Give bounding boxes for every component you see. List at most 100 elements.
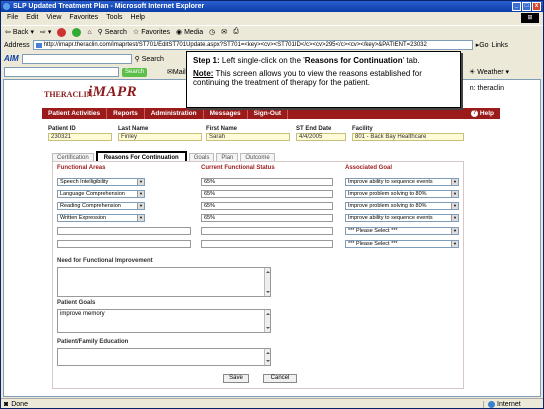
nav-patient-activities[interactable]: Patient Activities [42, 108, 108, 119]
back-button[interactable]: ⇦ Back ▾ [5, 28, 34, 37]
patient-id-value: 230321 [48, 133, 112, 141]
status-text: Done [11, 400, 28, 408]
media-icon: ◉ [175, 29, 183, 36]
green-search-button[interactable]: Search [122, 67, 148, 77]
menu-help[interactable]: Help [131, 13, 145, 23]
history-button[interactable]: ◷ [209, 28, 215, 36]
nav-reports[interactable]: Reports [107, 108, 145, 119]
home-button[interactable]: ⌂ [87, 29, 91, 36]
go-button[interactable]: ▸Go [476, 41, 489, 49]
functional-area-select-4[interactable]: Written Expression ▼ [57, 214, 145, 222]
facility-value: 801 - Back Bay Healthcare [352, 133, 464, 141]
save-button[interactable]: Save [223, 374, 249, 383]
aim-logo[interactable]: AIM [4, 54, 19, 63]
nav-sign-out[interactable]: Sign-Out [248, 108, 289, 119]
ie-icon [3, 3, 10, 10]
main-nav: Patient Activities Reports Administratio… [42, 108, 500, 119]
favorites-button[interactable]: ☆ Favorites [133, 28, 170, 37]
goal-select-5[interactable]: *** Please Select *** ▼ [345, 227, 459, 235]
status-input-3[interactable]: 65% [201, 202, 333, 210]
status-input-5[interactable] [201, 227, 333, 235]
dropdown-arrow-icon: ▼ [137, 215, 144, 221]
functional-area-select-1[interactable]: Speech Intelligibility ▼ [57, 178, 145, 186]
patient-info: Patient ID 230321 Last Name Finley First… [48, 126, 498, 146]
stop-button[interactable] [57, 27, 67, 37]
menu-favorites[interactable]: Favorites [69, 13, 98, 23]
menu-file[interactable]: File [7, 13, 18, 23]
status-input-4[interactable]: 65% [201, 214, 333, 222]
tab-plan[interactable]: Plan [216, 153, 239, 161]
print-button[interactable]: ⎙ [233, 28, 239, 36]
reasons-form: Functional Areas Current Functional Stat… [52, 161, 464, 389]
functional-area-select-2[interactable]: Language Comprehension ▼ [57, 190, 145, 198]
browser-window: SLP Updated Treatment Plan - Microsoft I… [0, 0, 544, 409]
nav-messages[interactable]: Messages [204, 108, 248, 119]
security-zone: Internet [483, 400, 543, 408]
dropdown-arrow-icon: ▼ [451, 228, 458, 234]
refresh-button[interactable] [72, 27, 82, 37]
aim-mail-button[interactable]: ✉Mail [167, 68, 186, 76]
forward-arrow-icon: ⇨ [39, 29, 46, 36]
search-button[interactable]: ⚲ Search [98, 28, 127, 37]
weather-button[interactable]: ☀ Weather ▾ [469, 68, 509, 76]
cancel-button[interactable]: Cancel [263, 374, 297, 383]
st-end-date-value: 4/4/2005 [296, 133, 346, 141]
media-button[interactable]: ◉ Media [175, 28, 203, 37]
functional-area-select-3[interactable]: Reading Comprehension ▼ [57, 202, 145, 210]
goal-select-3[interactable]: Improve problem solving to 80% ▼ [345, 202, 459, 210]
dropdown-arrow-icon: ▼ [451, 179, 458, 185]
textarea-scrollbar[interactable] [264, 268, 270, 296]
tab-certification[interactable]: Certification [52, 153, 94, 161]
search-icon: ⚲ [134, 55, 140, 63]
windows-logo-icon: ⊞ [521, 13, 539, 23]
functional-areas-header: Functional Areas [57, 165, 106, 171]
status-input-1[interactable]: 65% [201, 178, 333, 186]
textarea-scrollbar[interactable] [264, 349, 270, 365]
links-button[interactable]: Links [492, 42, 508, 49]
goal-select-1[interactable]: Improve ability to sequence events ▼ [345, 178, 459, 186]
education-textarea[interactable] [57, 348, 271, 366]
maximize-button[interactable]: □ [522, 2, 531, 11]
user-label: n: theraclin [469, 85, 504, 92]
menu-edit[interactable]: Edit [26, 13, 38, 23]
need-textarea[interactable] [57, 267, 271, 297]
textarea-scrollbar[interactable] [264, 310, 270, 332]
minimize-button[interactable]: _ [512, 2, 521, 11]
goal-select-4[interactable]: Improve ability to sequence events ▼ [345, 214, 459, 222]
back-arrow-icon: ⇦ [5, 29, 11, 36]
education-label: Patient/Family Education [57, 339, 129, 345]
tab-reasons-for-continuation[interactable]: Reasons For Continuation [95, 151, 187, 161]
goal-select-2[interactable]: Improve problem solving to 80% ▼ [345, 190, 459, 198]
tab-goals[interactable]: Goals [188, 153, 215, 161]
callout-note: Note: This screen allows you to view the… [193, 69, 422, 87]
aim-search-input[interactable] [21, 53, 132, 64]
address-input[interactable]: http://imapr.theraclin.com/imaprtest/ST7… [32, 40, 473, 50]
status-bar: ◙ Done Internet [1, 398, 543, 409]
menu-tools[interactable]: Tools [106, 13, 122, 23]
help-link[interactable]: ? Help [465, 108, 500, 119]
aim-search-button[interactable]: ⚲ Search [135, 55, 164, 63]
first-name-value: Sarah [206, 133, 290, 141]
mail-button[interactable]: ✉ [221, 28, 227, 36]
patient-goals-textarea[interactable]: improve memory [57, 309, 271, 333]
status-input-6[interactable] [201, 240, 333, 248]
home-icon: ⌂ [87, 28, 92, 36]
forward-button[interactable]: ⇨ ▾ [40, 28, 51, 36]
title-bar: SLP Updated Treatment Plan - Microsoft I… [1, 1, 543, 12]
goal-select-6[interactable]: *** Please Select *** ▼ [345, 240, 459, 248]
functional-area-input-6[interactable] [57, 240, 191, 248]
functional-area-input-5[interactable] [57, 227, 191, 235]
imapr-logo: iMAPR [88, 84, 138, 100]
history-icon: ◷ [209, 29, 216, 36]
close-button[interactable]: x [532, 2, 541, 11]
nav-administration[interactable]: Administration [145, 108, 204, 119]
st-end-date-label: ST End Date [296, 126, 332, 132]
patient-id-label: Patient ID [48, 126, 76, 132]
toolbar-search-input[interactable] [4, 67, 119, 77]
mail-icon: ✉ [221, 29, 228, 36]
menu-view[interactable]: View [46, 13, 61, 23]
help-icon: ? [470, 110, 478, 117]
status-input-2[interactable]: 65% [201, 190, 333, 198]
tab-outcome[interactable]: Outcome [240, 153, 275, 161]
page-content: THERACLIN iMAPR n: theraclin Patient Act… [3, 79, 541, 397]
